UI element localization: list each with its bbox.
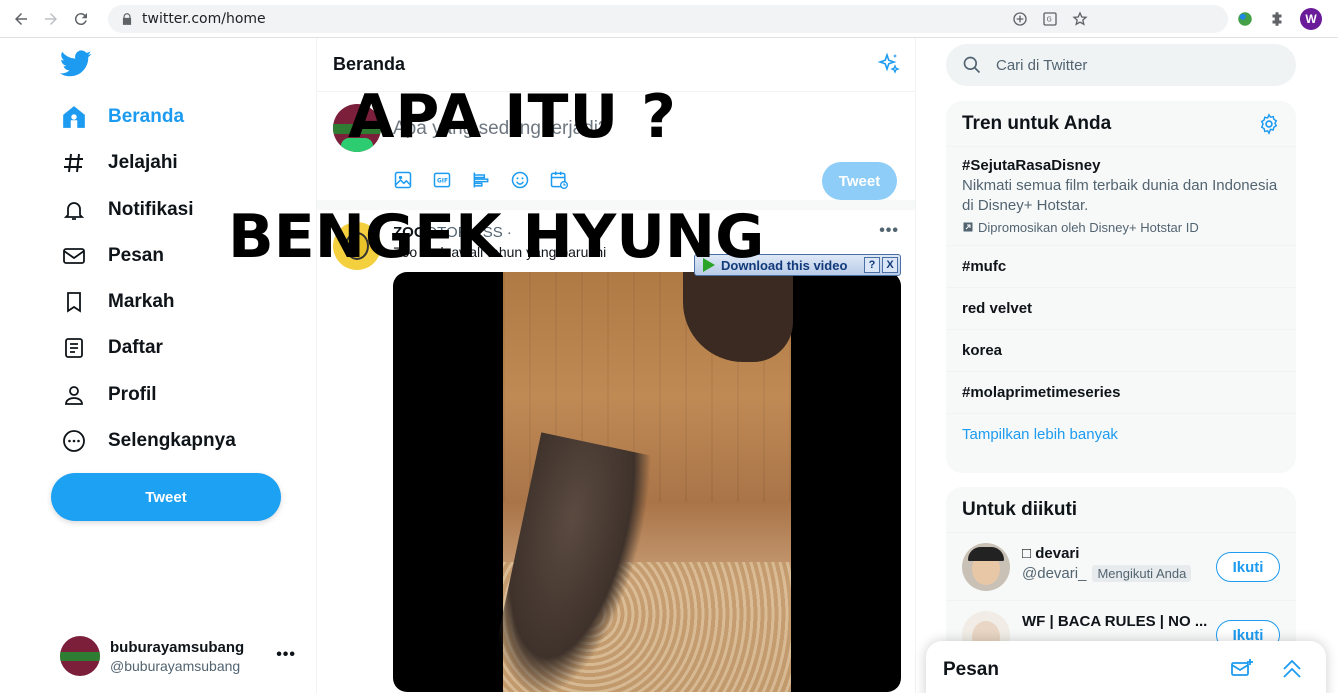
show-more-link[interactable]: Tampilkan lebih banyak bbox=[946, 414, 1296, 455]
overlay-text-top: APA ITU ? bbox=[348, 82, 677, 152]
list-icon bbox=[60, 334, 88, 362]
hashtag-icon bbox=[60, 149, 88, 177]
trend-title: korea bbox=[962, 342, 1003, 359]
follow-title: Untuk diikuti bbox=[946, 487, 1296, 533]
sidebar-item-label: Pesan bbox=[108, 245, 164, 266]
close-icon[interactable]: X bbox=[882, 257, 898, 273]
gear-icon[interactable] bbox=[1258, 113, 1280, 135]
follows-you-badge: Mengikuti Anda bbox=[1092, 565, 1192, 582]
svg-text:G: G bbox=[1047, 16, 1052, 24]
reload-icon[interactable] bbox=[66, 4, 96, 34]
translate-icon[interactable]: G bbox=[1042, 11, 1058, 27]
trend-item[interactable]: #molaprimetimeseries bbox=[946, 372, 1296, 414]
sidebar-item-label: Beranda bbox=[108, 106, 185, 127]
trend-description: Nikmati semua film terbaik dunia dan Ind… bbox=[962, 177, 1278, 214]
trend-item[interactable]: korea bbox=[946, 330, 1296, 372]
schedule-icon[interactable] bbox=[549, 170, 569, 190]
sidebar-item-label: Notifikasi bbox=[108, 199, 194, 220]
sidebar-item-pesan[interactable]: Pesan bbox=[60, 240, 164, 272]
search-icon bbox=[963, 56, 981, 74]
avatar bbox=[60, 636, 100, 676]
profile-avatar[interactable]: W bbox=[1300, 8, 1322, 30]
svg-text:GIF: GIF bbox=[437, 179, 448, 185]
trend-item[interactable]: #SejutaRasaDisney Nikmati semua film ter… bbox=[946, 147, 1296, 246]
sidebar-item-jelajahi[interactable]: Jelajahi bbox=[60, 147, 178, 179]
account-handle: @buburayamsubang bbox=[110, 657, 241, 674]
page-title: Beranda bbox=[333, 54, 406, 74]
trend-promoted: Dipromosikan oleh Disney+ Hotstar ID bbox=[962, 220, 1280, 235]
right-sidebar: Cari di Twitter Tren untuk Anda #SejutaR… bbox=[946, 38, 1296, 693]
bell-icon bbox=[60, 196, 88, 224]
emoji-icon[interactable] bbox=[510, 170, 530, 190]
sidebar-item-label: Selengkapnya bbox=[108, 430, 236, 451]
search-placeholder: Cari di Twitter bbox=[996, 56, 1088, 74]
promoted-icon bbox=[963, 222, 973, 232]
mail-icon bbox=[60, 242, 88, 270]
forward-icon[interactable] bbox=[36, 4, 66, 34]
add-icon[interactable] bbox=[1012, 11, 1028, 27]
more-icon[interactable]: ••• bbox=[879, 222, 899, 240]
follow-name: WF | BACA RULES | NO ... bbox=[1022, 613, 1208, 630]
overlay-text-bottom: BENGEK HYUNG bbox=[228, 202, 765, 272]
address-bar[interactable]: twitter.com/home G bbox=[108, 5, 1228, 33]
home-icon bbox=[60, 103, 88, 131]
sidebar-item-label: Markah bbox=[108, 291, 175, 312]
chevron-up-icon[interactable] bbox=[1280, 657, 1304, 681]
url-text: twitter.com/home bbox=[142, 11, 266, 27]
gif-icon[interactable]: GIF bbox=[432, 170, 452, 190]
poll-icon[interactable] bbox=[471, 170, 491, 190]
drawer-title: Pesan bbox=[943, 659, 999, 680]
help-icon[interactable]: ? bbox=[864, 257, 880, 273]
trend-title: #mufc bbox=[962, 258, 1007, 275]
new-message-icon[interactable] bbox=[1230, 657, 1254, 681]
follow-suggestion[interactable]: □ devari @devari_ Mengikuti Anda Ikuti bbox=[946, 533, 1296, 601]
left-sidebar: Beranda Jelajahi Notifikasi Pesan Markah… bbox=[0, 38, 316, 693]
trends-panel: Tren untuk Anda #SejutaRasaDisney Nikmat… bbox=[946, 101, 1296, 473]
trend-title: #SejutaRasaDisney bbox=[962, 157, 1101, 174]
more-circle-icon bbox=[60, 427, 88, 455]
compose-tweet-button[interactable]: Tweet bbox=[822, 162, 897, 200]
trends-title: Tren untuk Anda bbox=[946, 101, 1296, 147]
sidebar-item-label: Daftar bbox=[108, 337, 163, 358]
tweet-button[interactable]: Tweet bbox=[51, 473, 281, 521]
bookmark-icon bbox=[60, 288, 88, 316]
lock-icon bbox=[122, 13, 132, 25]
sidebar-item-notifikasi[interactable]: Notifikasi bbox=[60, 194, 194, 226]
promoted-label: Dipromosikan oleh Disney+ Hotstar ID bbox=[978, 220, 1199, 235]
twitter-logo-icon[interactable] bbox=[60, 50, 92, 78]
follow-button[interactable]: Ikuti bbox=[1216, 552, 1280, 582]
sidebar-item-profil[interactable]: Profil bbox=[60, 379, 157, 411]
sidebar-item-markah[interactable]: Markah bbox=[60, 286, 175, 318]
search-input[interactable]: Cari di Twitter bbox=[946, 44, 1296, 86]
trend-title: red velvet bbox=[962, 300, 1033, 317]
back-icon[interactable] bbox=[6, 4, 36, 34]
follow-handle: @devari_ bbox=[1022, 565, 1087, 582]
trend-item[interactable]: red velvet bbox=[946, 288, 1296, 330]
image-icon[interactable] bbox=[393, 170, 413, 190]
avatar bbox=[962, 543, 1010, 591]
account-name: buburayamsubang bbox=[110, 638, 245, 656]
follow-name: □ devari bbox=[1022, 545, 1080, 562]
account-switcher[interactable]: buburayamsubang @buburayamsubang ••• bbox=[60, 634, 300, 678]
trend-title: #molaprimetimeseries bbox=[962, 384, 1121, 401]
puzzle-icon[interactable] bbox=[1268, 10, 1286, 28]
video-player[interactable] bbox=[393, 272, 901, 692]
trend-item[interactable]: #mufc bbox=[946, 246, 1296, 288]
messages-drawer[interactable]: Pesan bbox=[926, 641, 1326, 693]
more-icon[interactable]: ••• bbox=[276, 646, 296, 664]
sidebar-item-daftar[interactable]: Daftar bbox=[60, 332, 163, 364]
sidebar-item-selengkapnya[interactable]: Selengkapnya bbox=[60, 425, 236, 457]
star-icon[interactable] bbox=[1072, 11, 1088, 27]
follow-handle-row: @devari_ Mengikuti Anda bbox=[1022, 565, 1192, 582]
sidebar-item-label: Profil bbox=[108, 384, 157, 405]
trends-heading: Tren untuk Anda bbox=[962, 112, 1112, 134]
sidebar-item-label: Jelajahi bbox=[108, 152, 178, 173]
person-icon bbox=[60, 381, 88, 409]
browser-toolbar: twitter.com/home G W bbox=[0, 0, 1338, 38]
extension-globe-icon[interactable] bbox=[1236, 10, 1254, 28]
sparkle-icon[interactable] bbox=[877, 52, 901, 76]
sidebar-item-beranda[interactable]: Beranda bbox=[60, 101, 184, 133]
